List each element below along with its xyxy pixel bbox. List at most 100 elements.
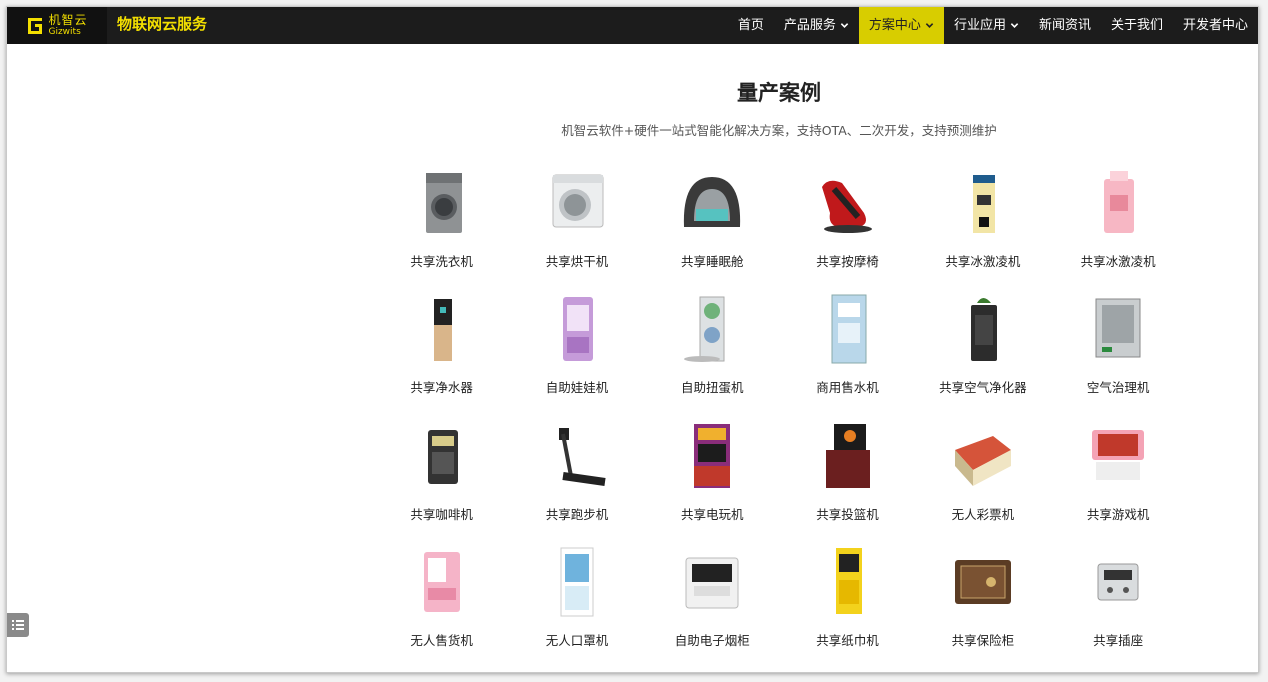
- water-purifier-icon: [433, 299, 452, 362]
- case-label: 共享纸巾机: [816, 632, 879, 648]
- case-item[interactable]: 共享投篮机: [780, 420, 915, 546]
- case-image: [943, 167, 1023, 239]
- case-image: [943, 546, 1023, 618]
- nav-item-6[interactable]: 开发者中心: [1173, 7, 1258, 44]
- top-navbar: 机智云 Gizwits 物联网云服务 首页 产品服务 方案中心 行业应用 新闻资讯 关于我…: [7, 7, 1258, 44]
- e-cig-cabinet-icon: [685, 557, 739, 609]
- safe-icon: [954, 559, 1011, 604]
- case-item[interactable]: 共享冰激凌机: [915, 167, 1050, 293]
- case-item[interactable]: 空气治理机: [1050, 293, 1185, 419]
- nav-item-5[interactable]: 关于我们: [1101, 7, 1173, 44]
- case-item[interactable]: 共享洗衣机: [374, 167, 509, 293]
- nav-item-2[interactable]: 方案中心: [858, 7, 944, 44]
- nav-item-0[interactable]: 首页: [728, 7, 774, 44]
- case-item[interactable]: 无人彩票机: [915, 420, 1050, 546]
- floating-list-button[interactable]: [7, 613, 29, 637]
- case-label: 共享电玩机: [680, 506, 744, 522]
- game-machine-icon: [1092, 429, 1145, 480]
- case-item[interactable]: 共享睡眠舱: [645, 167, 780, 293]
- case-item[interactable]: 无人售货机: [374, 546, 509, 672]
- case-image: [1078, 167, 1158, 239]
- case-item[interactable]: 共享游戏机: [1050, 420, 1185, 546]
- power-socket-icon: [1097, 563, 1139, 601]
- nav-item-label: 行业应用: [953, 18, 1006, 33]
- case-item[interactable]: 商用售水机: [780, 293, 915, 419]
- case-label: 无人售货机: [410, 632, 473, 648]
- ice-cream-machine-pink-icon: [1104, 171, 1135, 233]
- section-title: 量产案例: [737, 81, 821, 105]
- massage-chair-icon: [821, 180, 872, 233]
- case-image: [1078, 293, 1158, 365]
- case-item[interactable]: 自助娃娃机: [509, 293, 644, 419]
- case-image: [672, 420, 752, 492]
- case-image: [672, 293, 752, 365]
- case-item[interactable]: 自助扭蛋机: [645, 293, 780, 419]
- case-label: 共享冰激凌机: [945, 254, 1021, 269]
- washing-machine-icon: [425, 173, 462, 233]
- case-item[interactable]: 共享冰激凌机: [1050, 167, 1185, 293]
- nav-item-label: 新闻资讯: [1038, 18, 1091, 33]
- case-image: [537, 420, 617, 492]
- nav-item-4[interactable]: 新闻资讯: [1029, 7, 1101, 44]
- case-image: [672, 167, 752, 239]
- brand-title[interactable]: 物联网云服务: [117, 7, 207, 44]
- logo[interactable]: 机智云 Gizwits: [7, 7, 107, 44]
- case-image: [808, 420, 888, 492]
- list-menu-icon: [12, 620, 24, 630]
- case-label: 自助娃娃机: [545, 380, 609, 396]
- case-grid: 共享洗衣机 共享烘干机 共享睡眠舱 共享按摩椅 共享冰激凌机 共享冰激凌机共享净水器 自助娃…: [374, 167, 1186, 672]
- treadmill-icon: [558, 427, 606, 486]
- dryer-icon: [552, 174, 604, 228]
- case-label: 共享洗衣机: [410, 254, 473, 269]
- case-item[interactable]: 共享插座: [1050, 546, 1185, 672]
- case-item[interactable]: 共享电玩机: [645, 420, 780, 546]
- claw-machine-icon: [562, 297, 593, 362]
- case-image: [537, 546, 617, 618]
- main-menu: 首页 产品服务 方案中心 行业应用 新闻资讯 关于我们 开发者中心: [728, 7, 1258, 44]
- case-item[interactable]: 共享保险柜: [915, 546, 1050, 672]
- case-image: [402, 293, 482, 365]
- case-image: [808, 293, 888, 365]
- ice-cream-machine-icon: [972, 175, 995, 233]
- case-label: 空气治理机: [1086, 380, 1150, 396]
- mask-machine-icon: [560, 547, 594, 617]
- case-image: [537, 167, 617, 239]
- case-item[interactable]: 共享净水器: [374, 293, 509, 419]
- case-item[interactable]: 无人口罩机: [509, 546, 644, 672]
- case-label: 共享烘干机: [545, 254, 609, 269]
- case-label: 共享冰激凌机: [1080, 254, 1156, 269]
- nav-item-label: 关于我们: [1110, 18, 1163, 33]
- chevron-down-icon: [840, 23, 849, 28]
- case-item[interactable]: 共享烘干机: [509, 167, 644, 293]
- case-label: 商用售水机: [816, 380, 879, 396]
- case-label: 自助电子烟柜: [674, 632, 750, 648]
- air-purifier-icon: [970, 298, 997, 362]
- case-item[interactable]: 共享跑步机: [509, 420, 644, 546]
- case-label: 自助扭蛋机: [680, 380, 744, 396]
- case-label: 共享净水器: [410, 380, 473, 396]
- case-item[interactable]: 共享纸巾机: [780, 546, 915, 672]
- nav-item-1[interactable]: 产品服务: [774, 7, 859, 44]
- case-item[interactable]: 共享空气净化器: [915, 293, 1050, 419]
- lottery-machine-icon: [954, 435, 1011, 486]
- arcade-machine-icon: [694, 423, 731, 488]
- gacha-machine-icon: [684, 296, 725, 363]
- case-item[interactable]: 共享按摩椅: [780, 167, 915, 293]
- case-image: [1078, 420, 1158, 492]
- case-image: [808, 167, 888, 239]
- browser-page: 机智云 Gizwits 物联网云服务 首页 产品服务 方案中心 行业应用 新闻资讯 关于我…: [6, 6, 1259, 673]
- case-item[interactable]: 共享咖啡机: [374, 420, 509, 546]
- nav-item-label: 开发者中心: [1182, 18, 1248, 33]
- case-label: 共享游戏机: [1086, 506, 1150, 522]
- nav-item-label: 首页: [737, 18, 764, 33]
- chevron-down-icon: [1010, 23, 1019, 28]
- case-item[interactable]: 自助电子烟柜: [645, 546, 780, 672]
- case-image: [672, 546, 752, 618]
- case-label: 共享保险柜: [951, 632, 1015, 648]
- case-label: 共享咖啡机: [410, 506, 473, 522]
- case-image: [402, 167, 482, 239]
- case-image: [537, 293, 617, 365]
- case-image: [808, 546, 888, 618]
- chevron-down-icon: [925, 23, 934, 28]
- nav-item-3[interactable]: 行业应用: [944, 7, 1029, 44]
